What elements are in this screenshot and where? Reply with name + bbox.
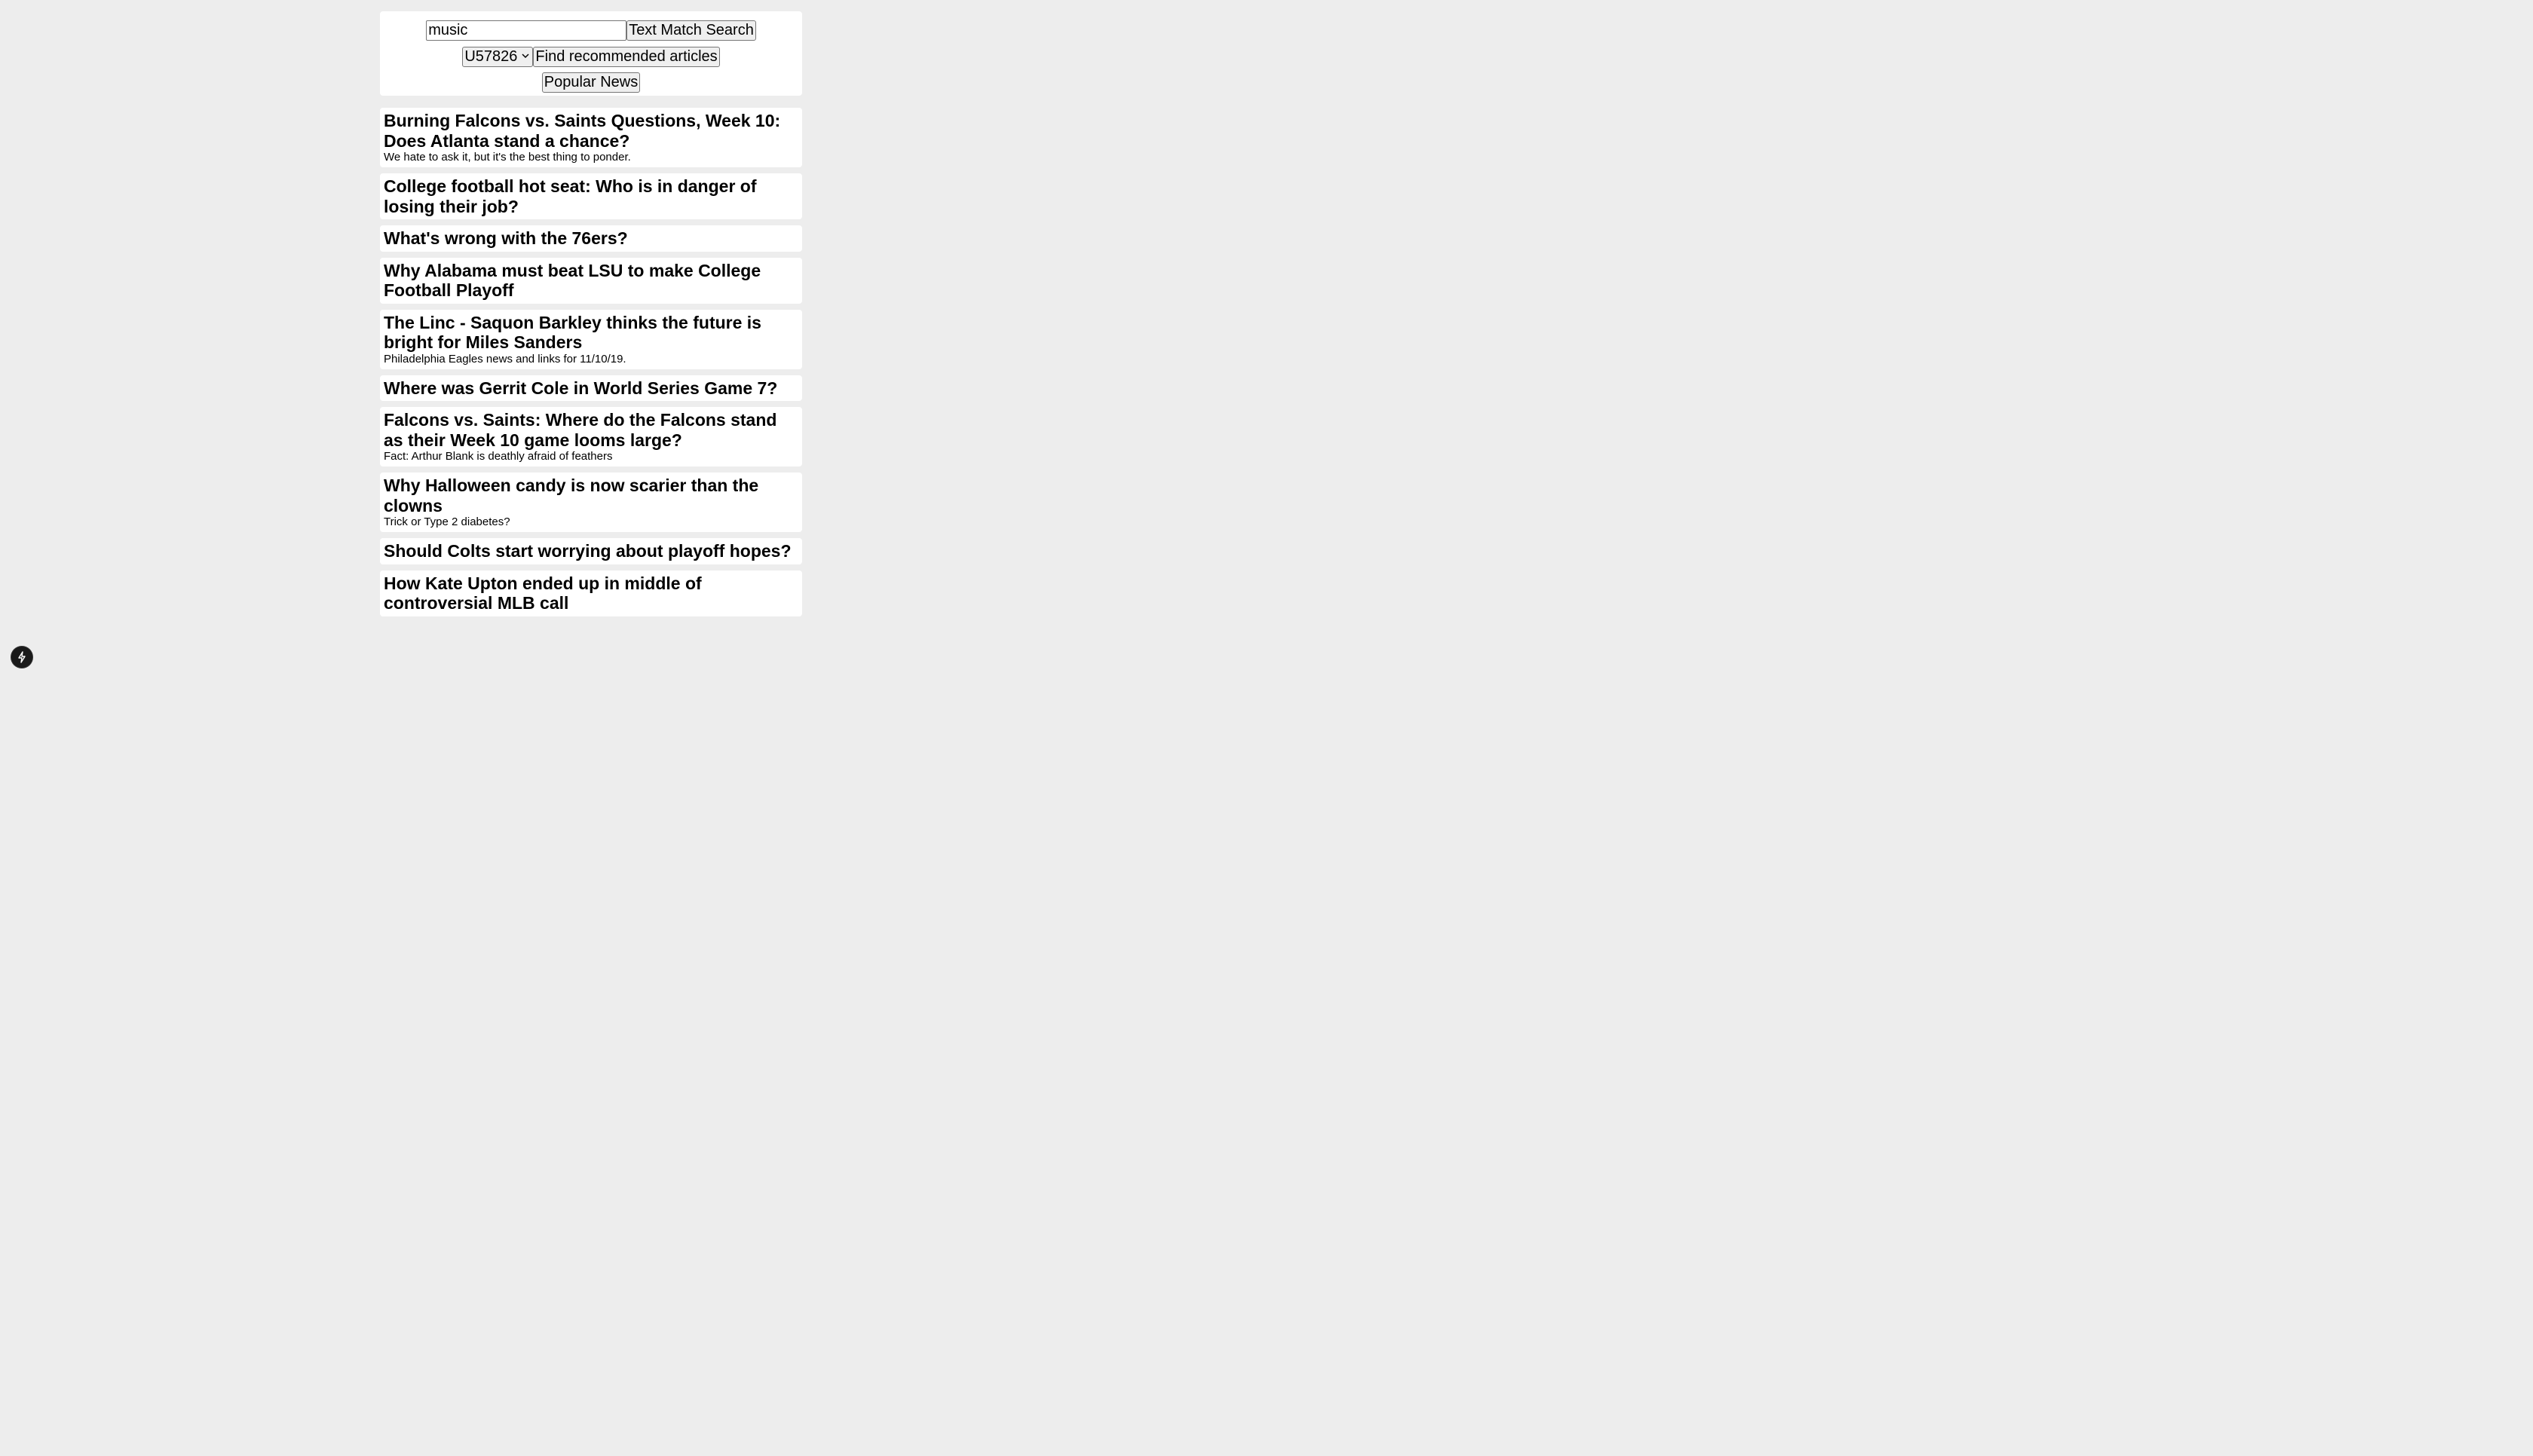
- popular-news-button[interactable]: Popular News: [541, 72, 641, 93]
- lightning-bolt-glyph: [18, 651, 26, 663]
- find-recommended-articles-button[interactable]: Find recommended articles: [533, 47, 720, 67]
- popular-row: Popular News: [380, 72, 802, 93]
- article-card[interactable]: What's wrong with the 76ers?: [380, 225, 802, 252]
- article-abstract: Trick or Type 2 diabetes?: [384, 515, 510, 528]
- article-abstract: We hate to ask it, but it's the best thi…: [384, 151, 631, 164]
- article-card[interactable]: College football hot seat: Who is in dan…: [380, 173, 802, 219]
- article-title[interactable]: Should Colts start worrying about playof…: [384, 541, 798, 561]
- article-abstract: Philadelphia Eagles news and links for 1…: [384, 352, 626, 366]
- article-card[interactable]: How Kate Upton ended up in middle of con…: [380, 570, 802, 616]
- search-row: Text Match Search: [380, 20, 802, 41]
- search-input[interactable]: [426, 20, 627, 41]
- text-match-search-button[interactable]: Text Match Search: [626, 20, 756, 41]
- article-title[interactable]: Why Alabama must beat LSU to make Colleg…: [384, 261, 798, 301]
- article-card[interactable]: Burning Falcons vs. Saints Questions, We…: [380, 108, 802, 167]
- controls-panel: Text Match Search U57826 Find recommende…: [380, 11, 802, 96]
- article-title[interactable]: Where was Gerrit Cole in World Series Ga…: [384, 378, 798, 399]
- article-list: Burning Falcons vs. Saints Questions, We…: [380, 108, 802, 616]
- user-select[interactable]: U57826: [462, 47, 534, 67]
- article-title[interactable]: Burning Falcons vs. Saints Questions, We…: [384, 111, 798, 151]
- article-card[interactable]: Why Alabama must beat LSU to make Colleg…: [380, 257, 802, 304]
- article-title[interactable]: What's wrong with the 76ers?: [384, 228, 798, 249]
- article-card[interactable]: Why Halloween candy is now scarier than …: [380, 473, 802, 532]
- article-title[interactable]: Falcons vs. Saints: Where do the Falcons…: [384, 410, 798, 450]
- chevron-down-icon: [522, 53, 529, 61]
- article-card[interactable]: Where was Gerrit Cole in World Series Ga…: [380, 375, 802, 401]
- article-card[interactable]: The Linc - Saquon Barkley thinks the fut…: [380, 309, 802, 369]
- lightning-bolt-icon[interactable]: [11, 647, 32, 668]
- recommend-row: U57826 Find recommended articles: [380, 47, 802, 67]
- article-title[interactable]: The Linc - Saquon Barkley thinks the fut…: [384, 313, 798, 353]
- article-card[interactable]: Falcons vs. Saints: Where do the Falcons…: [380, 407, 802, 466]
- article-title[interactable]: College football hot seat: Who is in dan…: [384, 176, 798, 216]
- article-card[interactable]: Should Colts start worrying about playof…: [380, 538, 802, 564]
- user-select-value: U57826: [464, 48, 518, 65]
- article-abstract: Fact: Arthur Blank is deathly afraid of …: [384, 450, 613, 463]
- article-title[interactable]: How Kate Upton ended up in middle of con…: [384, 574, 798, 613]
- app-container: Text Match Search U57826 Find recommende…: [380, 11, 802, 622]
- article-title[interactable]: Why Halloween candy is now scarier than …: [384, 476, 798, 515]
